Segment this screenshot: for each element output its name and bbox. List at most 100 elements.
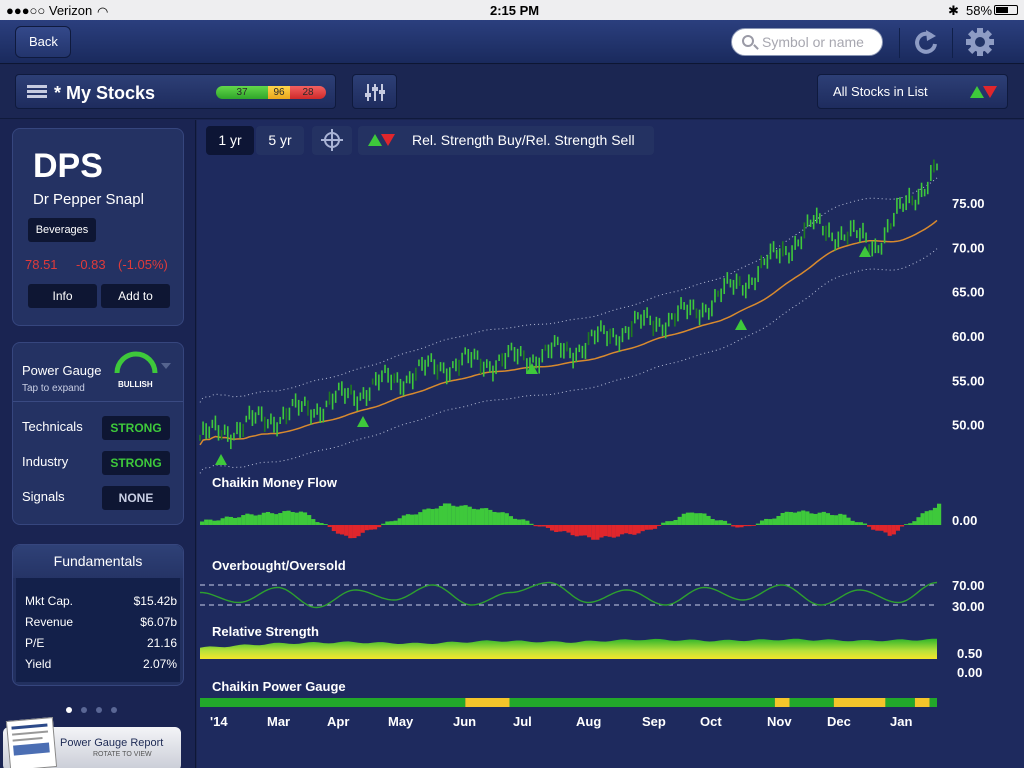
back-button[interactable]: Back [15, 26, 71, 58]
money-flow-bar [640, 525, 645, 532]
money-flow-bar [788, 512, 793, 525]
money-flow-bar [554, 525, 559, 533]
money-flow-bar [200, 521, 205, 525]
refresh-icon[interactable] [906, 26, 946, 58]
y-tick-label: 0.50 [957, 646, 983, 661]
money-flow-bar [237, 517, 242, 525]
money-flow-bar [537, 525, 542, 527]
sector-badge[interactable]: Beverages [28, 218, 96, 242]
fundamental-row: P/E 21.16 [25, 636, 177, 650]
battery-icon [994, 5, 1018, 15]
list-selector[interactable]: * My Stocks 37 96 28 [15, 74, 336, 109]
money-flow-bar [451, 505, 456, 525]
x-tick-label: Jul [513, 714, 532, 729]
money-flow-bar [829, 515, 835, 525]
money-flow-bar [735, 525, 740, 528]
money-flow-bar [587, 525, 592, 538]
sliders-button[interactable] [352, 74, 397, 109]
money-flow-bar [282, 511, 287, 525]
bearish-count: 28 [290, 86, 326, 99]
money-flow-bar [368, 525, 374, 530]
x-tick-label: Sep [642, 714, 666, 729]
money-flow-bar [891, 525, 896, 535]
money-flow-bar [801, 510, 806, 525]
money-flow-bar [315, 522, 320, 525]
money-flow-bar [710, 519, 715, 525]
money-flow-bar [714, 520, 719, 525]
money-flow-bar [817, 512, 822, 525]
money-flow-bar [253, 515, 258, 525]
power-gauge-card[interactable]: Power Gauge Tap to expand BULLISH Techni… [12, 342, 184, 525]
money-flow-bar [241, 515, 246, 525]
add-to-button[interactable]: Add to [101, 284, 170, 308]
y-tick-label: 60.00 [952, 329, 985, 344]
power-gauge-title: Chaikin Power Gauge [212, 679, 346, 694]
money-flow-bar [739, 525, 744, 528]
report-hint: ROTATE TO VIEW [93, 751, 152, 758]
gauge-icon [114, 351, 158, 374]
money-flow-bar [364, 525, 369, 531]
money-flow-bar [867, 525, 872, 527]
money-flow-bar [224, 516, 229, 525]
money-flow-bar [447, 503, 452, 525]
money-flow-bar [562, 525, 567, 532]
money-flow-bar [360, 525, 365, 533]
search-icon [742, 35, 754, 47]
power-gauge-segment [465, 698, 510, 707]
money-flow-bar [459, 505, 464, 525]
money-flow-bar [208, 519, 213, 525]
money-flow-bar [418, 512, 423, 525]
money-flow-bar [323, 524, 328, 525]
money-flow-bar [875, 525, 880, 531]
money-flow-bar [755, 523, 761, 525]
money-flow-bar [665, 521, 670, 525]
money-flow-bar [607, 525, 612, 537]
money-flow-bar [566, 525, 571, 533]
bullish-count: 37 [216, 86, 268, 99]
info-button[interactable]: Info [28, 284, 97, 308]
up-arrow-icon [970, 86, 984, 98]
money-flow-bar [661, 522, 666, 525]
power-gauge-label: Power Gauge [22, 363, 102, 378]
money-flow-bar [430, 509, 435, 525]
money-flow-bar [920, 513, 925, 525]
x-tick-label: Apr [327, 714, 349, 729]
money-flow-bar [467, 506, 472, 525]
list-filter-dropdown[interactable]: All Stocks in List [817, 74, 1008, 109]
chart-area[interactable]: 1 yr 5 yr Rel. Strength Buy/Rel. Strengt… [197, 120, 1024, 768]
fundamental-label: Revenue [25, 615, 74, 629]
sliders-icon [365, 84, 385, 101]
y-tick-label: 70.00 [952, 240, 985, 255]
money-flow-bar [718, 520, 723, 525]
money-flow-bar [339, 525, 345, 535]
stock-ticker: DPS [33, 147, 103, 185]
money-flow-bar [862, 523, 868, 525]
gauge-row-label: Signals [22, 489, 65, 504]
page-indicator[interactable] [66, 700, 117, 718]
power-gauge-segment [914, 698, 930, 707]
y-tick-label: 50.00 [952, 418, 985, 433]
money-flow-bar [352, 525, 357, 539]
money-flow-bar [899, 525, 905, 527]
list-toolbar: * My Stocks 37 96 28 All Stocks in List [0, 65, 1024, 119]
money-flow-bar [471, 508, 476, 525]
money-flow-bar [805, 511, 810, 525]
gear-icon[interactable] [962, 24, 998, 60]
money-flow-bar [854, 522, 859, 525]
money-flow-bar [648, 525, 653, 530]
search-input[interactable]: Symbol or name [731, 28, 883, 56]
money-flow-bar [887, 525, 892, 536]
fundamental-label: Yield [25, 657, 52, 671]
money-flow-bar [685, 512, 691, 525]
money-flow-bar [632, 525, 637, 535]
stock-change-percent: (-1.05%) [118, 257, 168, 272]
money-flow-bar [492, 511, 497, 525]
money-flow-bar [727, 523, 732, 525]
money-flow-bar [294, 512, 299, 525]
money-flow-bar [698, 513, 703, 525]
money-flow-bar [780, 512, 785, 525]
report-button[interactable]: Power Gauge Report ROTATE TO VIEW [3, 717, 181, 768]
x-tick-label: Oct [700, 714, 722, 729]
buy-signal-icon [215, 454, 227, 465]
cmf-title: Chaikin Money Flow [212, 475, 337, 490]
